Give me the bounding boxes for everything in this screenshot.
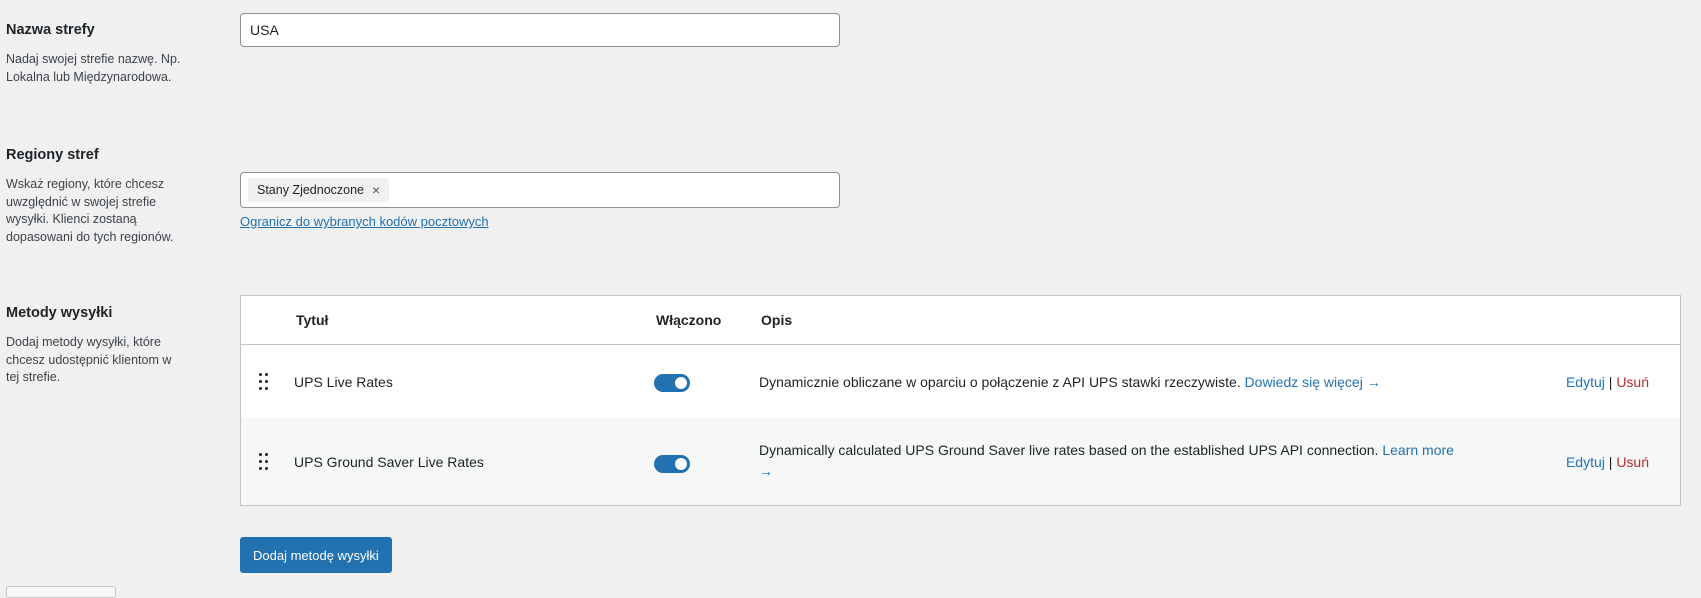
method-description: Dynamically calculated UPS Ground Saver … [759, 440, 1459, 482]
zone-name-description: Nadaj swojej strefie nazwę. Np. Lokalna … [6, 52, 181, 84]
method-enabled-toggle[interactable] [654, 455, 690, 473]
method-description-text: Dynamically calculated UPS Ground Saver … [759, 442, 1379, 458]
column-title: Tytuł [296, 312, 329, 328]
drag-handle-icon[interactable] [258, 453, 270, 471]
delete-method-link[interactable]: Usuń [1616, 454, 1649, 470]
method-description-text: Dynamicznie obliczane w oparciu o połącz… [759, 374, 1241, 390]
shipping-methods-description: Dodaj metody wysyłki, które chcesz udost… [6, 335, 172, 384]
method-title: UPS Live Rates [294, 374, 393, 390]
column-enabled: Włączono [656, 312, 722, 328]
remove-region-icon[interactable]: × [372, 178, 380, 202]
zone-regions-description: Wskaż regiony, które chcesz uwzględnić w… [6, 177, 174, 244]
toggle-knob [675, 458, 687, 470]
learn-more-link[interactable]: Dowiedz się więcej → [1245, 374, 1381, 390]
table-row: UPS Ground Saver Live Rates Dynamically … [241, 418, 1680, 505]
zone-regions-select[interactable]: Stany Zjednoczone × [240, 172, 840, 208]
zone-name-input[interactable] [240, 13, 840, 47]
actions-separator: | [1608, 374, 1613, 390]
drag-handle-icon[interactable] [258, 373, 270, 391]
zone-name-title: Nazwa strefy [6, 22, 95, 38]
delete-method-link[interactable]: Usuń [1616, 374, 1649, 390]
add-shipping-method-button[interactable]: Dodaj metodę wysyłki [240, 537, 392, 573]
method-enabled-toggle[interactable] [654, 374, 690, 392]
shipping-methods-title: Metody wysyłki [6, 305, 113, 321]
shipping-methods-table: Tytuł Włączono Opis UPS Live Rates Dynam… [240, 295, 1681, 506]
actions-separator: | [1608, 454, 1613, 470]
limit-postcodes-link[interactable]: Ogranicz do wybranych kodów pocztowych [240, 214, 489, 229]
edit-method-link[interactable]: Edytuj [1566, 374, 1605, 390]
column-description: Opis [761, 312, 793, 328]
table-row: UPS Live Rates Dynamicznie obliczane w o… [241, 345, 1680, 418]
zone-regions-title: Regiony stref [6, 147, 99, 163]
method-actions: Edytuj | Usuń [1566, 454, 1649, 470]
table-header: Tytuł Włączono Opis [241, 296, 1680, 345]
method-actions: Edytuj | Usuń [1566, 374, 1649, 390]
method-title: UPS Ground Saver Live Rates [294, 454, 484, 470]
region-chip: Stany Zjednoczone × [248, 178, 390, 202]
partial-button[interactable] [6, 586, 116, 598]
toggle-knob [675, 377, 687, 389]
edit-method-link[interactable]: Edytuj [1566, 454, 1605, 470]
method-description: Dynamicznie obliczane w oparciu o połącz… [759, 372, 1459, 393]
region-chip-label: Stany Zjednoczone [257, 183, 365, 197]
